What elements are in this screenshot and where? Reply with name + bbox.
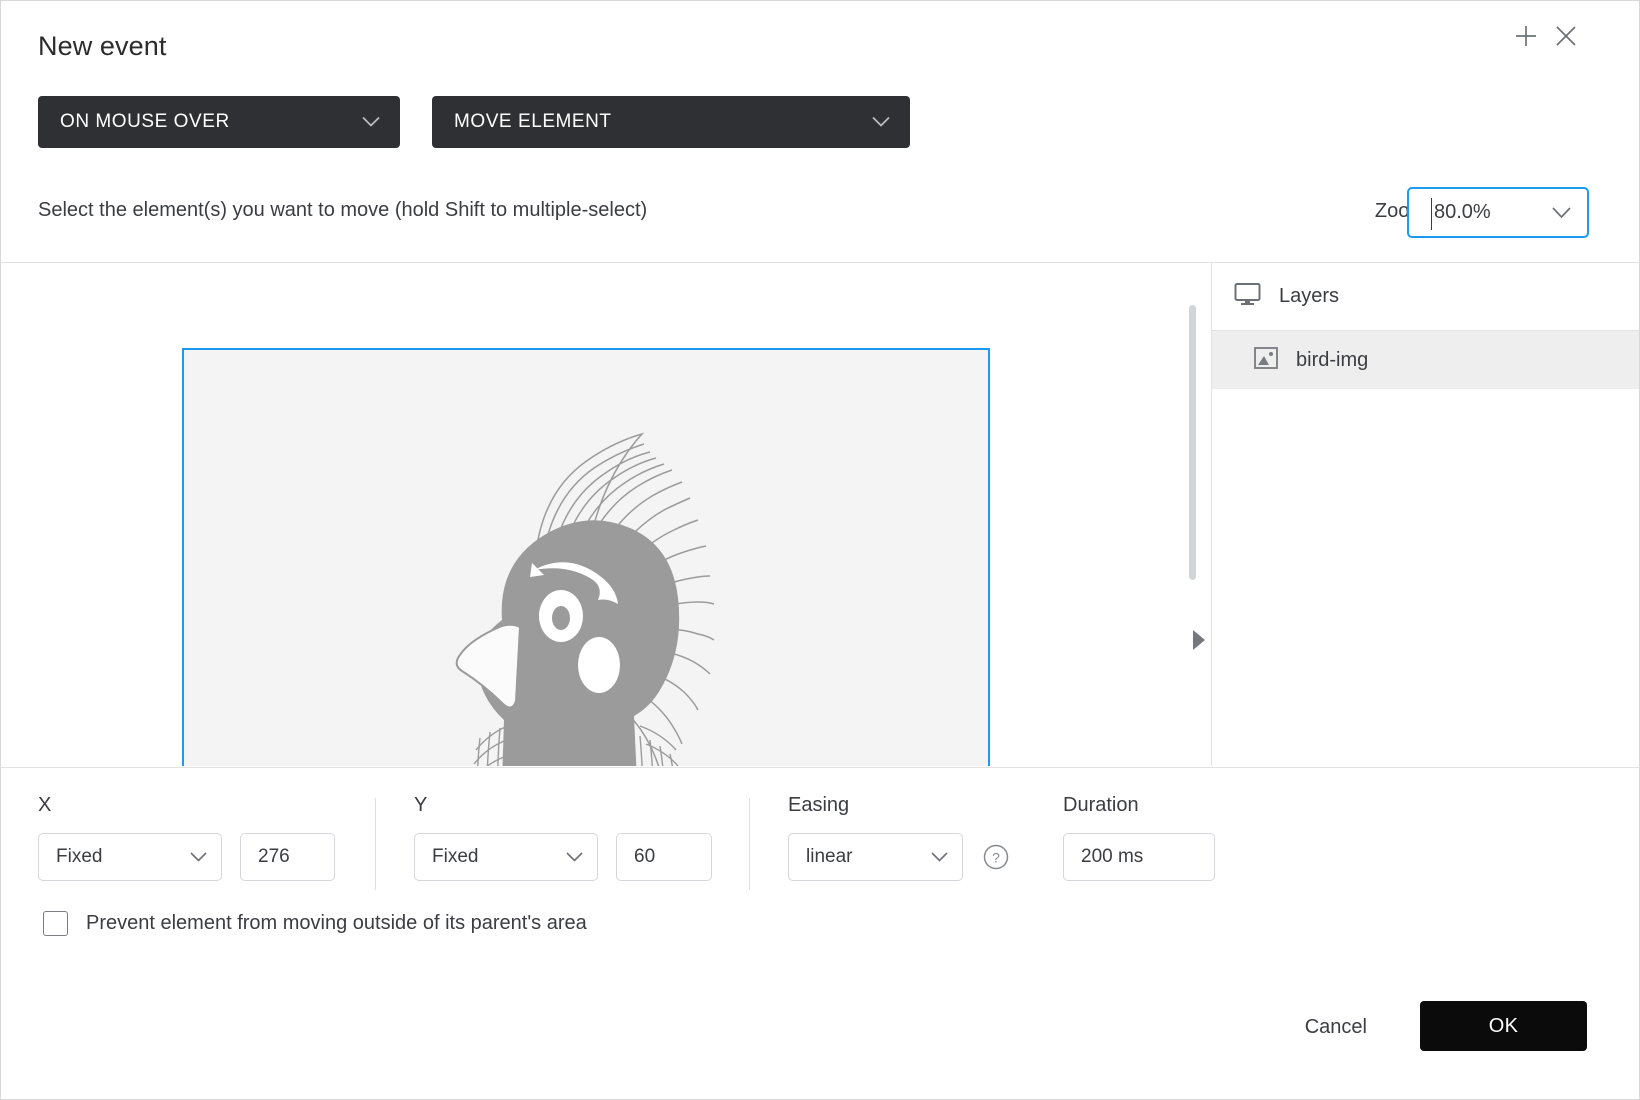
dialog-header: New event	[1, 1, 1639, 96]
duration-value: 200 ms	[1081, 846, 1144, 867]
stage-vertical-scrollbar[interactable]	[1189, 305, 1196, 580]
field-divider	[749, 798, 750, 890]
dialog-footer: Cancel OK	[1, 965, 1639, 1099]
canvas-stage[interactable]	[1, 263, 1210, 766]
bird-illustration[interactable]	[384, 420, 784, 766]
chevron-down-icon	[190, 852, 207, 862]
y-field-group: Y Fixed 60	[414, 794, 712, 881]
cancel-button[interactable]: Cancel	[1297, 1010, 1375, 1045]
trigger-type-label: ON MOUSE OVER	[60, 111, 230, 132]
chevron-down-icon	[566, 852, 583, 862]
x-value-input[interactable]: 276	[240, 833, 335, 881]
action-type-dropdown[interactable]: MOVE ELEMENT	[432, 96, 910, 148]
duration-field-group: Duration 200 ms	[1063, 794, 1215, 881]
prevent-overflow-label: Prevent element from moving outside of i…	[86, 912, 587, 934]
y-mode-select[interactable]: Fixed	[414, 833, 598, 881]
chevron-down-icon[interactable]	[1552, 206, 1571, 219]
layers-panel-title: Layers	[1279, 285, 1340, 307]
x-mode-value: Fixed	[56, 846, 103, 867]
layer-item-label: bird-img	[1296, 348, 1369, 371]
zoom-value: 80.0%	[1434, 201, 1491, 223]
easing-field-group: Easing linear ?	[788, 794, 1009, 881]
prevent-overflow-checkbox-row[interactable]: Prevent element from moving outside of i…	[43, 911, 587, 936]
y-value: 60	[634, 846, 656, 867]
duration-label: Duration	[1063, 794, 1139, 816]
zoom-input[interactable]: 80.0%	[1407, 187, 1589, 238]
x-field-group: X Fixed 276	[38, 794, 335, 881]
y-label: Y	[414, 794, 428, 816]
question-circle-icon[interactable]: ?	[983, 844, 1009, 870]
chevron-down-icon	[362, 116, 380, 128]
x-label: X	[38, 794, 52, 816]
plus-icon	[1516, 26, 1536, 46]
selected-artboard[interactable]	[182, 348, 990, 766]
x-mode-select[interactable]: Fixed	[38, 833, 222, 881]
action-type-label: MOVE ELEMENT	[454, 111, 612, 132]
new-event-dialog: New event ON MOUSE OVER MOVE ELEMENT Sel…	[0, 0, 1640, 1100]
x-value: 276	[258, 846, 290, 867]
triangle-right-icon[interactable]	[1192, 629, 1206, 651]
layers-panel-header: Layers	[1212, 263, 1639, 331]
y-mode-value: Fixed	[432, 846, 479, 867]
chevron-down-icon	[931, 852, 948, 862]
easing-select[interactable]: linear	[788, 833, 963, 881]
chevron-down-icon	[872, 116, 890, 128]
field-divider	[375, 798, 376, 890]
add-event-button[interactable]	[1505, 15, 1547, 57]
easing-value: linear	[806, 846, 853, 867]
image-icon	[1254, 346, 1278, 374]
close-dialog-button[interactable]	[1545, 15, 1587, 57]
monitor-icon	[1234, 282, 1261, 311]
easing-label: Easing	[788, 794, 850, 816]
trigger-type-dropdown[interactable]: ON MOUSE OVER	[38, 96, 400, 148]
svg-text:?: ?	[992, 850, 1000, 866]
close-icon	[1556, 26, 1576, 46]
motion-properties-panel: X Fixed 276 Y Fixed 60 Easing linear ? D…	[1, 767, 1639, 967]
ok-button[interactable]: OK	[1420, 1001, 1587, 1051]
text-cursor	[1431, 198, 1432, 230]
layers-panel: Layers bird-img	[1211, 263, 1639, 766]
layer-item-bird-img[interactable]: bird-img	[1212, 331, 1639, 389]
page-title: New event	[38, 31, 167, 61]
instruction-text: Select the element(s) you want to move (…	[38, 199, 648, 221]
duration-input[interactable]: 200 ms	[1063, 833, 1215, 881]
y-value-input[interactable]: 60	[616, 833, 712, 881]
checkbox-icon[interactable]	[43, 911, 68, 936]
